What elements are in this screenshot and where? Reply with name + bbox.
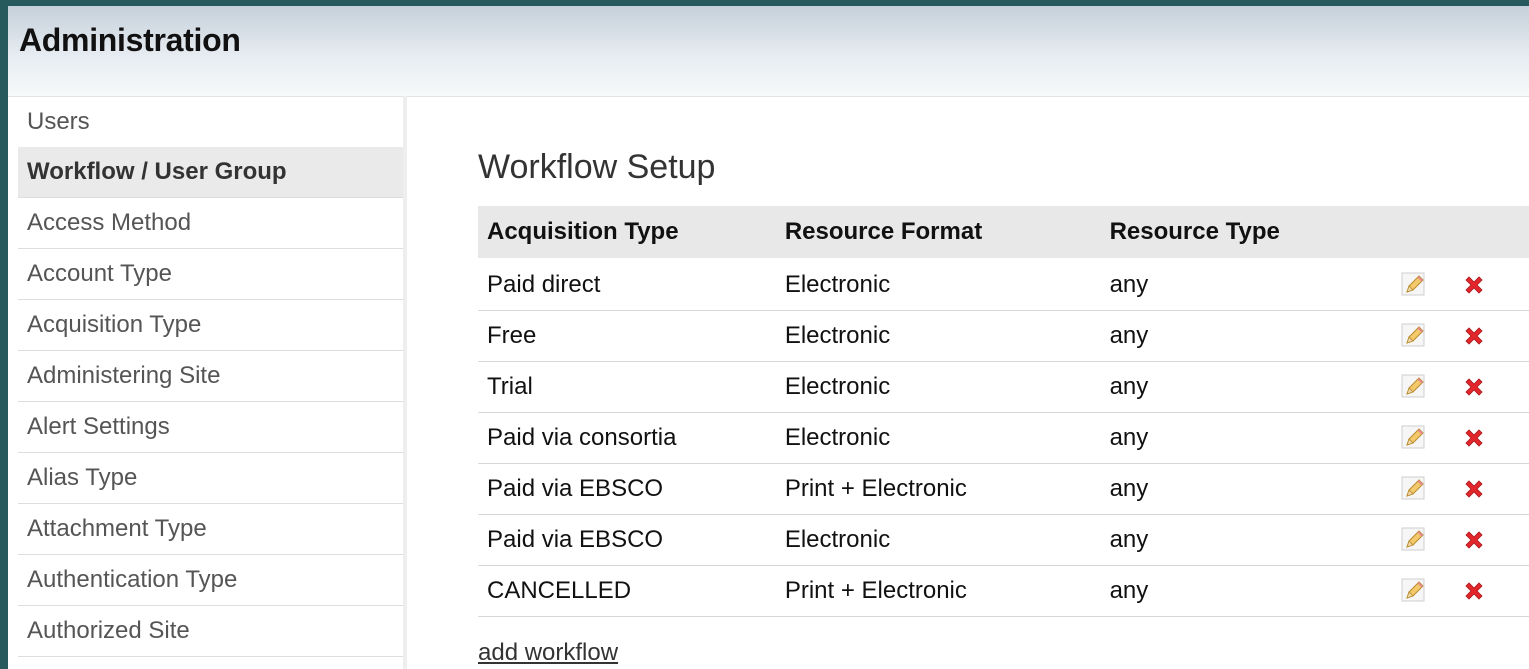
- resource-type-cell: any: [1100, 310, 1372, 362]
- table-row: Free Electronic any: [478, 310, 1529, 362]
- resource-type-cell: any: [1100, 463, 1372, 515]
- acquisition-type-cell: Paid via EBSCO: [478, 514, 776, 566]
- column-header-resource-format: Resource Format: [775, 206, 1101, 260]
- pencil-edit-icon[interactable]: [1399, 372, 1429, 402]
- resource-format-cell: Print + Electronic: [775, 463, 1101, 515]
- resource-format-cell: Electronic: [775, 310, 1101, 362]
- acquisition-type-cell: CANCELLED: [478, 565, 776, 617]
- column-header-acquisition-type: Acquisition Type: [478, 206, 776, 260]
- pencil-edit-icon[interactable]: [1399, 321, 1429, 351]
- actions-cell: [1371, 412, 1529, 464]
- sidebar-item-workflow-user-group[interactable]: Workflow / User Group: [18, 147, 403, 198]
- resource-type-cell: any: [1100, 514, 1372, 566]
- acquisition-type-cell: Free: [478, 310, 776, 362]
- workflow-table-body: Paid direct Electronic any Free Electron…: [478, 259, 1529, 617]
- admin-window: Administration Users Workflow / User Gro…: [8, 6, 1529, 669]
- table-row: Paid via consortia Electronic any: [478, 412, 1529, 464]
- workflow-table: Acquisition Type Resource Format Resourc…: [478, 206, 1529, 617]
- column-header-actions: [1371, 206, 1529, 260]
- red-x-delete-icon[interactable]: [1459, 576, 1489, 606]
- acquisition-type-cell: Paid direct: [478, 259, 776, 311]
- resource-format-cell: Electronic: [775, 259, 1101, 311]
- sidebar-item-account-type[interactable]: Account Type: [18, 249, 403, 300]
- red-x-delete-icon[interactable]: [1459, 525, 1489, 555]
- table-header-row: Acquisition Type Resource Format Resourc…: [478, 206, 1529, 260]
- red-x-delete-icon[interactable]: [1459, 423, 1489, 453]
- actions-cell: [1371, 361, 1529, 413]
- red-x-delete-icon[interactable]: [1459, 321, 1489, 351]
- resource-format-cell: Electronic: [775, 361, 1101, 413]
- acquisition-type-cell: Trial: [478, 361, 776, 413]
- page-header: Administration: [8, 6, 1529, 97]
- sidebar-item-users[interactable]: Users: [18, 96, 403, 147]
- acquisition-type-cell: Paid via EBSCO: [478, 463, 776, 515]
- admin-sidebar: Users Workflow / User Group Access Metho…: [18, 96, 407, 669]
- sidebar-item-label: Administering Site: [27, 362, 221, 389]
- sidebar-item-alias-type[interactable]: Alias Type: [18, 453, 403, 504]
- acquisition-type-cell: Paid via consortia: [478, 412, 776, 464]
- sidebar-item-label: Authorized Site: [27, 617, 190, 644]
- sidebar-item-alert-settings[interactable]: Alert Settings: [18, 402, 403, 453]
- red-x-delete-icon[interactable]: [1459, 372, 1489, 402]
- pencil-edit-icon[interactable]: [1399, 474, 1429, 504]
- actions-cell: [1371, 463, 1529, 515]
- resource-type-cell: any: [1100, 565, 1372, 617]
- sidebar-item-label: Attachment Type: [27, 515, 207, 542]
- column-header-resource-type: Resource Type: [1100, 206, 1372, 260]
- resource-type-cell: any: [1100, 361, 1372, 413]
- sidebar-item-administering-site[interactable]: Administering Site: [18, 351, 403, 402]
- workflow-setup-title: Workflow Setup: [478, 148, 716, 186]
- resource-format-cell: Print + Electronic: [775, 565, 1101, 617]
- pencil-edit-icon[interactable]: [1399, 576, 1429, 606]
- sidebar-item-label: Account Type: [27, 260, 172, 287]
- add-workflow-link[interactable]: add workflow: [478, 639, 618, 667]
- sidebar-item-authorized-site[interactable]: Authorized Site: [18, 606, 403, 657]
- resource-format-cell: Electronic: [775, 412, 1101, 464]
- resource-format-cell: Electronic: [775, 514, 1101, 566]
- red-x-delete-icon[interactable]: [1459, 270, 1489, 300]
- table-row: Paid via EBSCO Print + Electronic any: [478, 463, 1529, 515]
- table-row: Trial Electronic any: [478, 361, 1529, 413]
- pencil-edit-icon[interactable]: [1399, 423, 1429, 453]
- resource-type-cell: any: [1100, 259, 1372, 311]
- sidebar-item-label: Acquisition Type: [27, 311, 202, 338]
- actions-cell: [1371, 565, 1529, 617]
- pencil-edit-icon[interactable]: [1399, 270, 1429, 300]
- actions-cell: [1371, 514, 1529, 566]
- actions-cell: [1371, 310, 1529, 362]
- page-title: Administration: [19, 22, 241, 58]
- table-row: Paid direct Electronic any: [478, 259, 1529, 311]
- sidebar-item-authentication-type[interactable]: Authentication Type: [18, 555, 403, 606]
- sidebar-item-label: Authentication Type: [27, 566, 238, 593]
- pencil-edit-icon[interactable]: [1399, 525, 1429, 555]
- actions-cell: [1371, 259, 1529, 311]
- resource-type-cell: any: [1100, 412, 1372, 464]
- sidebar-item-access-method[interactable]: Access Method: [18, 198, 403, 249]
- sidebar-item-label: Workflow / User Group: [27, 158, 287, 185]
- table-row: Paid via EBSCO Electronic any: [478, 514, 1529, 566]
- red-x-delete-icon[interactable]: [1459, 474, 1489, 504]
- table-row: CANCELLED Print + Electronic any: [478, 565, 1529, 617]
- sidebar-item-label: Users: [27, 107, 90, 135]
- sidebar-item-acquisition-type[interactable]: Acquisition Type: [18, 300, 403, 351]
- sidebar-item-label: Alias Type: [27, 464, 138, 491]
- sidebar-item-attachment-type[interactable]: Attachment Type: [18, 504, 403, 555]
- sidebar-item-label: Access Method: [27, 209, 192, 236]
- sidebar-item-label: Alert Settings: [27, 413, 170, 440]
